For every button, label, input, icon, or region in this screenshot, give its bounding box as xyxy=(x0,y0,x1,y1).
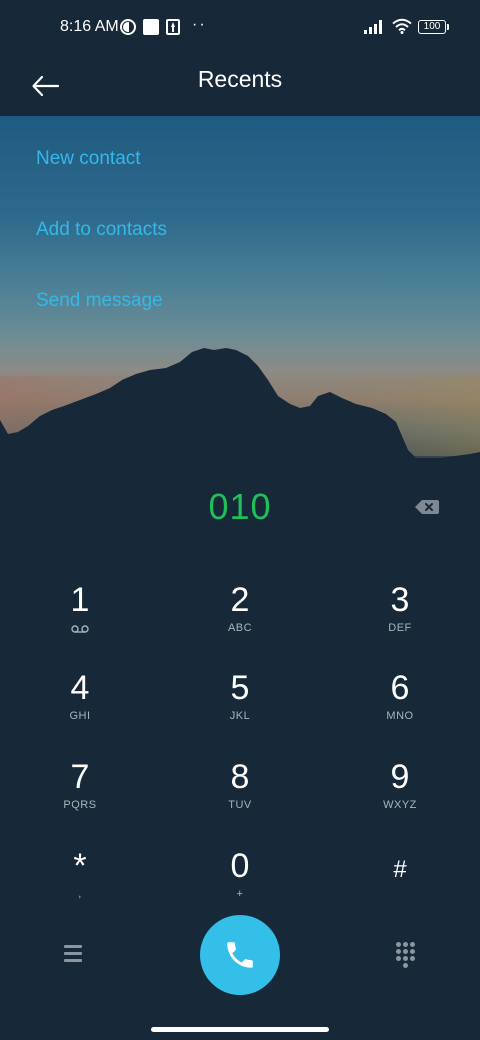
status-bar: 8:16 AM ·· 100 xyxy=(0,0,480,56)
app-header: Recents xyxy=(0,56,480,116)
key-digit: 9 xyxy=(390,758,410,796)
key-digit: # xyxy=(393,856,407,883)
key-digit: 8 xyxy=(230,758,250,796)
key-letters: + xyxy=(236,888,244,900)
voicemail-icon xyxy=(71,625,89,633)
key-digit: 4 xyxy=(70,669,90,707)
key-letters: DEF xyxy=(388,622,412,634)
key-8[interactable]: 8 TUV xyxy=(180,759,300,839)
key-9[interactable]: 9 WXYZ xyxy=(340,759,460,839)
key-4[interactable]: 4 GHI xyxy=(20,670,140,750)
battery-icon: 100 xyxy=(418,20,449,34)
dialed-number: 010 xyxy=(208,486,272,527)
key-digit: 2 xyxy=(230,581,250,619)
more-notifications-indicator: ·· xyxy=(192,16,207,33)
page-title: Recents xyxy=(197,66,283,92)
key-letters: JKL xyxy=(229,710,251,722)
key-digit: 1 xyxy=(70,581,90,619)
key-digit: 3 xyxy=(390,581,410,619)
send-message-link[interactable]: Send message xyxy=(36,290,163,312)
key-digit: * xyxy=(73,847,87,885)
new-contact-link[interactable]: New contact xyxy=(36,148,141,170)
key-5[interactable]: 5 JKL xyxy=(180,670,300,750)
dialpad-icon[interactable] xyxy=(396,942,418,968)
backspace-icon[interactable] xyxy=(414,497,440,517)
key-letters: PQRS xyxy=(63,799,97,811)
status-time: 8:16 AM xyxy=(60,18,119,35)
key-7[interactable]: 7 PQRS xyxy=(20,759,140,839)
key-letters: TUV xyxy=(228,799,252,811)
key-letters: ABC xyxy=(227,622,253,634)
key-6[interactable]: 6 MNO xyxy=(340,670,460,750)
key-digit: 5 xyxy=(230,669,250,707)
key-3[interactable]: 3 DEF xyxy=(340,582,460,662)
key-digit: 7 xyxy=(70,758,90,796)
key-letters: GHI xyxy=(69,710,91,722)
signal-icon xyxy=(364,20,386,34)
add-to-contacts-link[interactable]: Add to contacts xyxy=(36,219,167,241)
key-letters: WXYZ xyxy=(383,799,417,811)
wallpaper-landscape: New contact Add to contacts Send message xyxy=(0,116,480,480)
home-indicator[interactable] xyxy=(151,1027,329,1032)
key-2[interactable]: 2 ABC xyxy=(180,582,300,662)
square-notification-icon xyxy=(143,19,159,35)
key-hash[interactable]: # xyxy=(340,852,460,932)
phone-icon xyxy=(227,942,253,968)
notification-icon xyxy=(120,19,136,35)
key-letters: , xyxy=(78,888,82,900)
key-letters: MNO xyxy=(386,710,414,722)
key-1[interactable]: 1 xyxy=(20,582,140,662)
call-button[interactable] xyxy=(200,915,280,995)
key-star[interactable]: * , xyxy=(20,848,140,928)
upload-icon xyxy=(166,19,180,35)
wifi-icon xyxy=(392,18,412,34)
key-digit: 6 xyxy=(390,669,410,707)
menu-icon[interactable] xyxy=(60,941,86,965)
key-digit: 0 xyxy=(230,847,250,885)
